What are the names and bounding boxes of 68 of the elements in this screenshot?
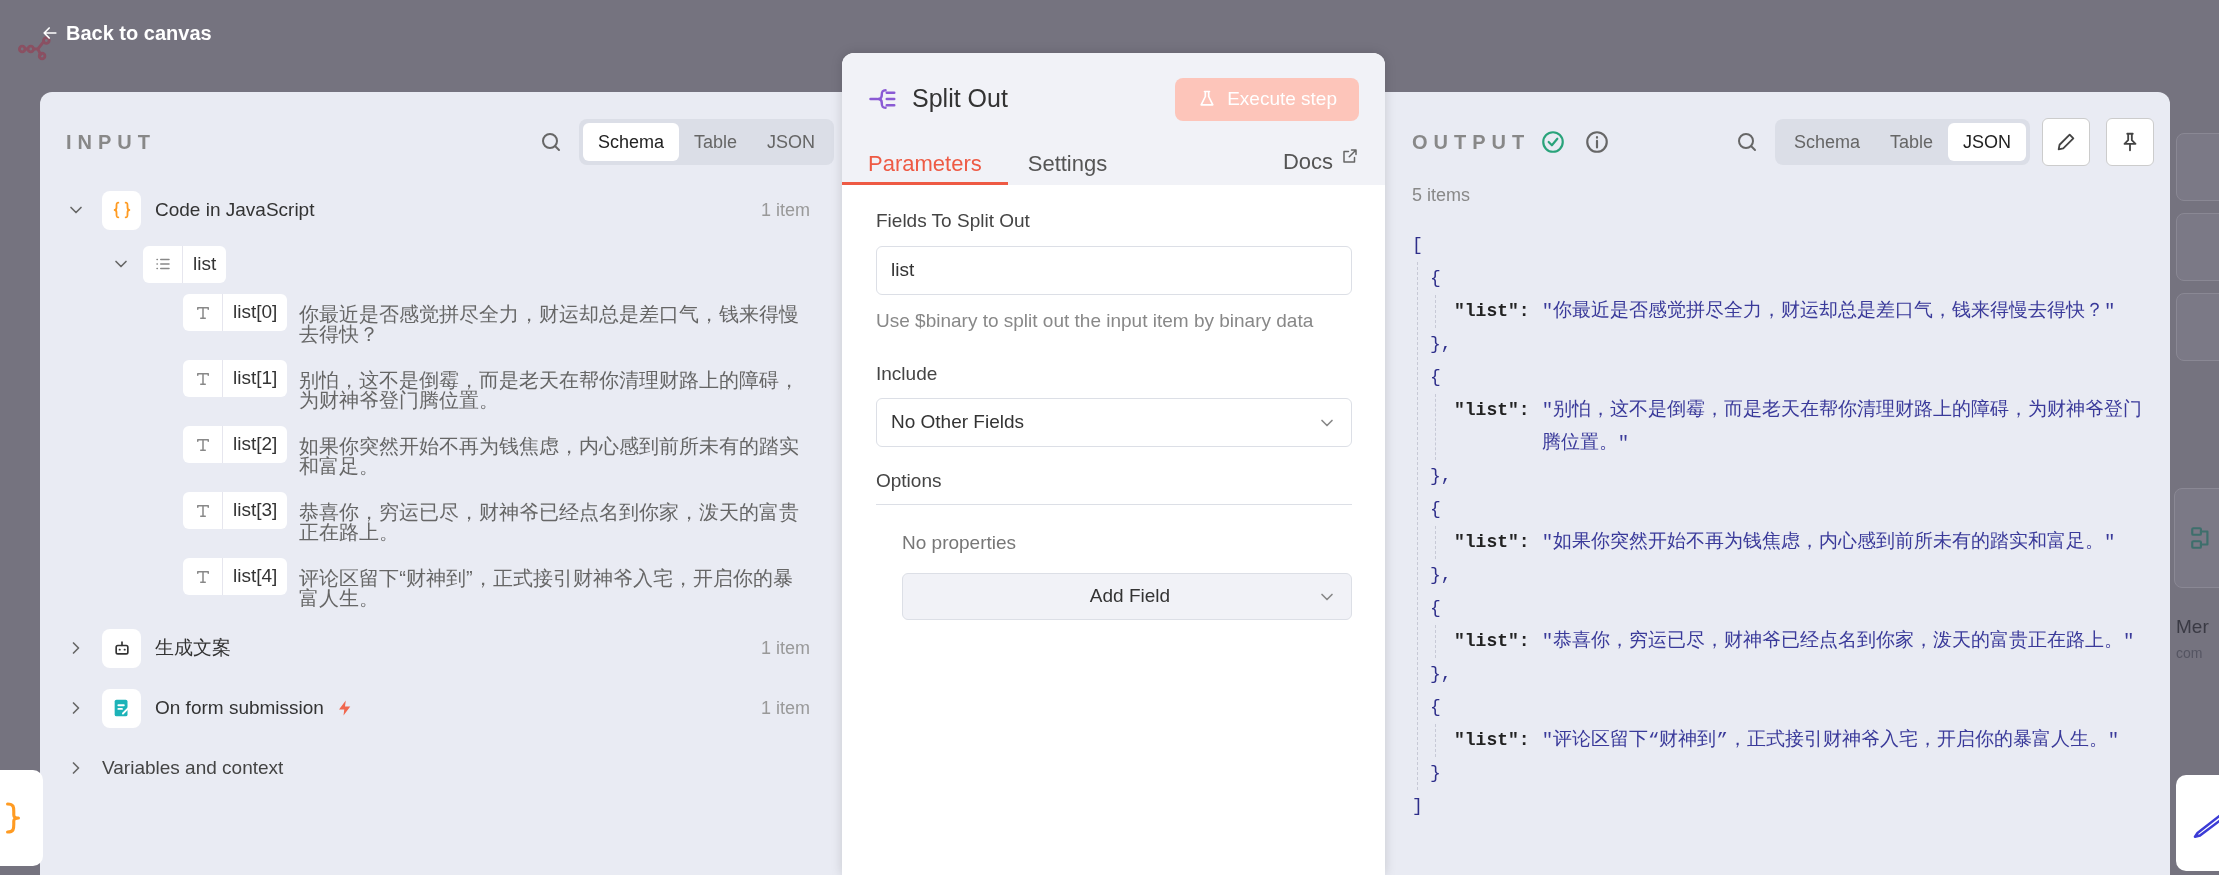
- back-button[interactable]: Back to canvas: [40, 18, 212, 48]
- select-dropdown[interactable]: No Other Fields: [876, 398, 1352, 447]
- view-tab[interactable]: Schema: [1778, 123, 1875, 161]
- json-key: "list":: [1454, 724, 1530, 757]
- field-label: Fields To Split Out: [876, 209, 1031, 233]
- json-key: "list":: [1454, 526, 1530, 559]
- field-name: list[2]: [232, 432, 279, 457]
- view-tab[interactable]: JSON: [1948, 123, 2026, 161]
- view-tab[interactable]: JSON: [752, 123, 830, 161]
- external-link-icon: [1341, 147, 1359, 165]
- json-value: "别怕，这不是倒霉，而是老天在帮你清理财路上的障碍，为财神爷登门腾位置。": [1541, 398, 2144, 456]
- node-title: Split Out: [912, 83, 1008, 115]
- panel-title: INPUT: [66, 130, 156, 155]
- json-bracket: {: [1430, 696, 1441, 719]
- node-label: Mer: [2176, 615, 2209, 639]
- field-hint: Use $binary to split out the input item by binary data: [876, 308, 1315, 333]
- field-value: 别怕，这不是倒霉，而是老天在帮你清理财路上的障碍，为财神爷登门腾位置。: [299, 370, 801, 410]
- json-key: "list":: [1454, 625, 1530, 658]
- json-value: "评论区留下“财神到”，正式接引财神爷入宅，开启你的暴富人生。": [1541, 728, 2121, 753]
- json-bracket: {: [1430, 267, 1441, 290]
- text-input[interactable]: list: [876, 245, 1352, 295]
- node-name: 生成文案: [155, 635, 231, 660]
- json-bracket: },: [1430, 663, 1452, 686]
- docs-link[interactable]: Docs: [1282, 145, 1359, 185]
- json-key: "list":: [1454, 394, 1530, 427]
- section-title: Variables and context: [102, 755, 284, 780]
- tab[interactable]: Settings: [1007, 145, 1128, 185]
- panel-title: OUTPUT: [1412, 130, 1531, 155]
- json-value: "你最近是否感觉拼尽全力，财运却总是差口气，钱来得慢去得快？": [1541, 299, 2117, 324]
- json-key: "list":: [1454, 295, 1530, 328]
- empty-state-text: No properties: [902, 530, 1018, 555]
- item-count: 1 item: [760, 636, 810, 660]
- field-name: list[3]: [232, 498, 279, 523]
- field-value: 评论区留下“财神到”，正式接引财神爷入宅，开启你的暴富人生。: [299, 568, 794, 608]
- json-value: "恭喜你，穷运已尽，财神爷已经点名到你家，泼天的富贵正在路上。": [1541, 629, 2136, 654]
- info-icon: [1584, 129, 1611, 155]
- item-count: 1 item: [760, 198, 810, 222]
- select-value: No Other Fields: [891, 410, 1025, 435]
- field-name: list[4]: [232, 564, 279, 589]
- json-value: "如果你突然开始不再为钱焦虑，内心感到前所未有的踏实和富足。": [1541, 530, 2117, 555]
- json-bracket: },: [1430, 465, 1452, 488]
- view-tab[interactable]: Table: [1874, 123, 1948, 161]
- field-value: 你最近是否感觉拼尽全力，财运却总是差口气，钱来得慢去得快？: [299, 304, 801, 344]
- add-field-button[interactable]: Add Field: [902, 573, 1352, 620]
- edit-button[interactable]: [2042, 118, 2090, 166]
- section-title: Options: [876, 467, 1352, 505]
- view-tab[interactable]: Table: [678, 123, 752, 161]
- field-name: list[1]: [232, 366, 279, 391]
- json-bracket: }: [1430, 762, 1441, 785]
- json-bracket: ]: [1412, 795, 1423, 818]
- json-bracket: },: [1430, 333, 1452, 356]
- item-count: 5 items: [1412, 184, 1472, 207]
- json-bracket: {: [1430, 366, 1441, 389]
- node-name: Code in JavaScript: [155, 197, 315, 222]
- field-value: 恭喜你，穷运已尽，财神爷已经点名到你家，泼天的富贵正在路上。: [299, 502, 801, 542]
- json-bracket: [: [1412, 234, 1423, 257]
- pin-button[interactable]: [2106, 118, 2154, 166]
- field-value: 如果你突然开始不再为钱焦虑，内心感到前所未有的踏实和富足。: [299, 436, 801, 476]
- json-bracket: },: [1430, 564, 1452, 587]
- view-tab[interactable]: Schema: [582, 123, 679, 161]
- item-count: 1 item: [760, 696, 810, 720]
- json-bracket: {: [1430, 597, 1441, 620]
- pencil-icon: [2055, 131, 2077, 153]
- json-bracket: {: [1430, 498, 1441, 521]
- field-name: list[0]: [232, 300, 279, 325]
- field-label: Include: [876, 361, 939, 386]
- node-name: On form submission: [155, 695, 324, 720]
- field-name: list: [192, 251, 218, 276]
